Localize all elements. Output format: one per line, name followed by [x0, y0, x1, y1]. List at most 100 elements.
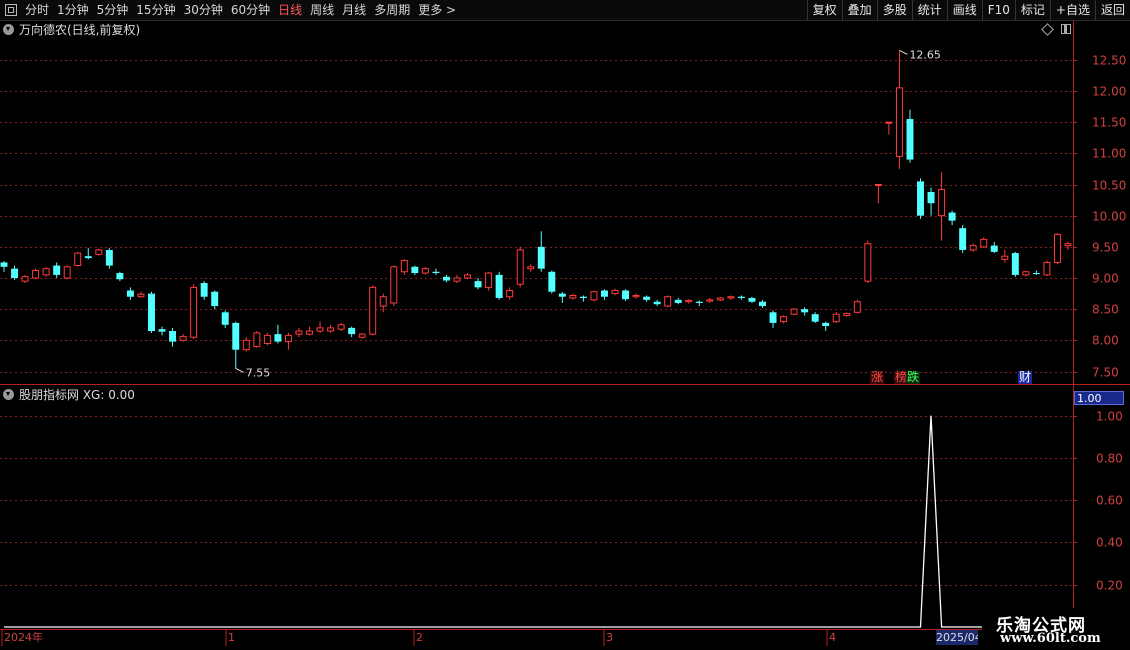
price-tick-label: 9.00 — [1092, 272, 1119, 286]
candle-body-up — [42, 268, 50, 276]
candle — [759, 299, 766, 308]
candle — [611, 288, 619, 296]
logo-url: www.60lt.com — [1000, 631, 1101, 646]
candle — [116, 271, 124, 282]
candle — [242, 337, 250, 352]
candle-body-up — [780, 316, 788, 323]
candle-body-up — [137, 293, 145, 298]
finance-tag[interactable]: 财 — [1018, 371, 1033, 384]
candle-body-up — [885, 121, 893, 124]
candle — [316, 321, 324, 333]
candle — [453, 274, 461, 284]
candle-body-down — [737, 296, 745, 298]
candle-body-down — [748, 297, 756, 302]
candle-body-down — [126, 290, 134, 297]
price-tick-label: 10.00 — [1092, 210, 1126, 224]
candle — [390, 265, 398, 307]
candle-body-up — [874, 184, 882, 187]
date-label: 1 — [228, 631, 235, 644]
candle-body-down — [442, 276, 450, 281]
candle — [864, 240, 872, 284]
limit-down-tag[interactable]: 跌 — [906, 371, 921, 384]
candle-body-up — [32, 270, 40, 279]
candle — [780, 315, 788, 324]
candle — [548, 270, 556, 294]
candle-body-down — [200, 283, 208, 297]
candle — [1053, 233, 1061, 265]
candle — [1022, 270, 1030, 277]
candle-body-down — [1032, 273, 1040, 275]
candle — [622, 289, 630, 302]
candle-body-down — [1011, 253, 1019, 275]
candle — [674, 297, 682, 305]
candle — [432, 268, 440, 275]
candle — [295, 327, 303, 338]
candle-body-down — [474, 281, 482, 288]
candle — [253, 331, 261, 348]
candle-body-up — [453, 277, 461, 282]
min-price-label: 7.55 — [246, 366, 271, 379]
candle — [685, 299, 693, 304]
candle-body-up — [506, 289, 514, 298]
candle-body-up — [263, 334, 271, 344]
candle-body-down — [917, 181, 924, 216]
candle — [474, 278, 482, 290]
candle-body-up — [400, 260, 408, 273]
candle — [506, 287, 514, 300]
candle — [874, 184, 882, 204]
candle-body-up — [664, 296, 672, 307]
candle-body-up — [253, 332, 261, 348]
date-label: 4 — [829, 631, 836, 644]
candle-body-down — [558, 293, 566, 297]
candle — [895, 50, 903, 169]
candle-body-down — [906, 119, 914, 160]
candle — [1043, 260, 1051, 277]
candle-body-up — [63, 266, 71, 279]
candle-body-up — [390, 266, 398, 304]
candle-body-up — [569, 294, 577, 299]
candle-body-up — [706, 299, 714, 302]
limit-up-tag[interactable]: 涨 — [870, 371, 885, 384]
candle-body-up — [790, 308, 798, 315]
candle — [1011, 251, 1019, 277]
candle-body-up — [632, 294, 640, 298]
candle — [74, 251, 82, 267]
kline-chart[interactable]: 7.508.008.509.009.5010.0010.5011.0011.50… — [0, 0, 1130, 650]
date-label: 3 — [606, 631, 613, 644]
candle — [716, 296, 724, 302]
candle-body-up — [306, 330, 313, 335]
candle-body-up — [685, 299, 693, 303]
candle-body-down — [990, 245, 998, 252]
candle — [274, 324, 282, 344]
candle-body-up — [421, 268, 429, 274]
candle — [748, 296, 756, 303]
candle — [853, 299, 861, 314]
candle-body-down — [158, 329, 166, 332]
candle-body-up — [284, 334, 292, 343]
candle-body-down — [495, 274, 503, 298]
candle — [53, 262, 61, 279]
candle-body-down — [84, 256, 92, 259]
candle — [0, 261, 8, 272]
candle — [232, 321, 240, 369]
candle-body-up — [464, 274, 472, 279]
candle — [590, 290, 598, 302]
candle — [400, 259, 408, 275]
candle — [695, 300, 703, 307]
candle — [769, 310, 777, 328]
candle — [579, 295, 587, 302]
candle — [179, 334, 187, 342]
candle — [938, 172, 946, 241]
candle-body-up — [716, 297, 724, 301]
candle — [516, 246, 524, 288]
candle-body-up — [1053, 233, 1061, 263]
candle-body-down — [11, 268, 19, 279]
candle-body-up — [316, 327, 324, 332]
candle — [1032, 270, 1040, 275]
indicator-tick-label: 1.00 — [1096, 410, 1123, 424]
candle-body-up — [74, 252, 82, 267]
candle-body-up — [95, 249, 103, 255]
min-price-pointer — [235, 367, 244, 373]
candle — [832, 312, 840, 323]
candle-body-up — [1022, 271, 1030, 276]
